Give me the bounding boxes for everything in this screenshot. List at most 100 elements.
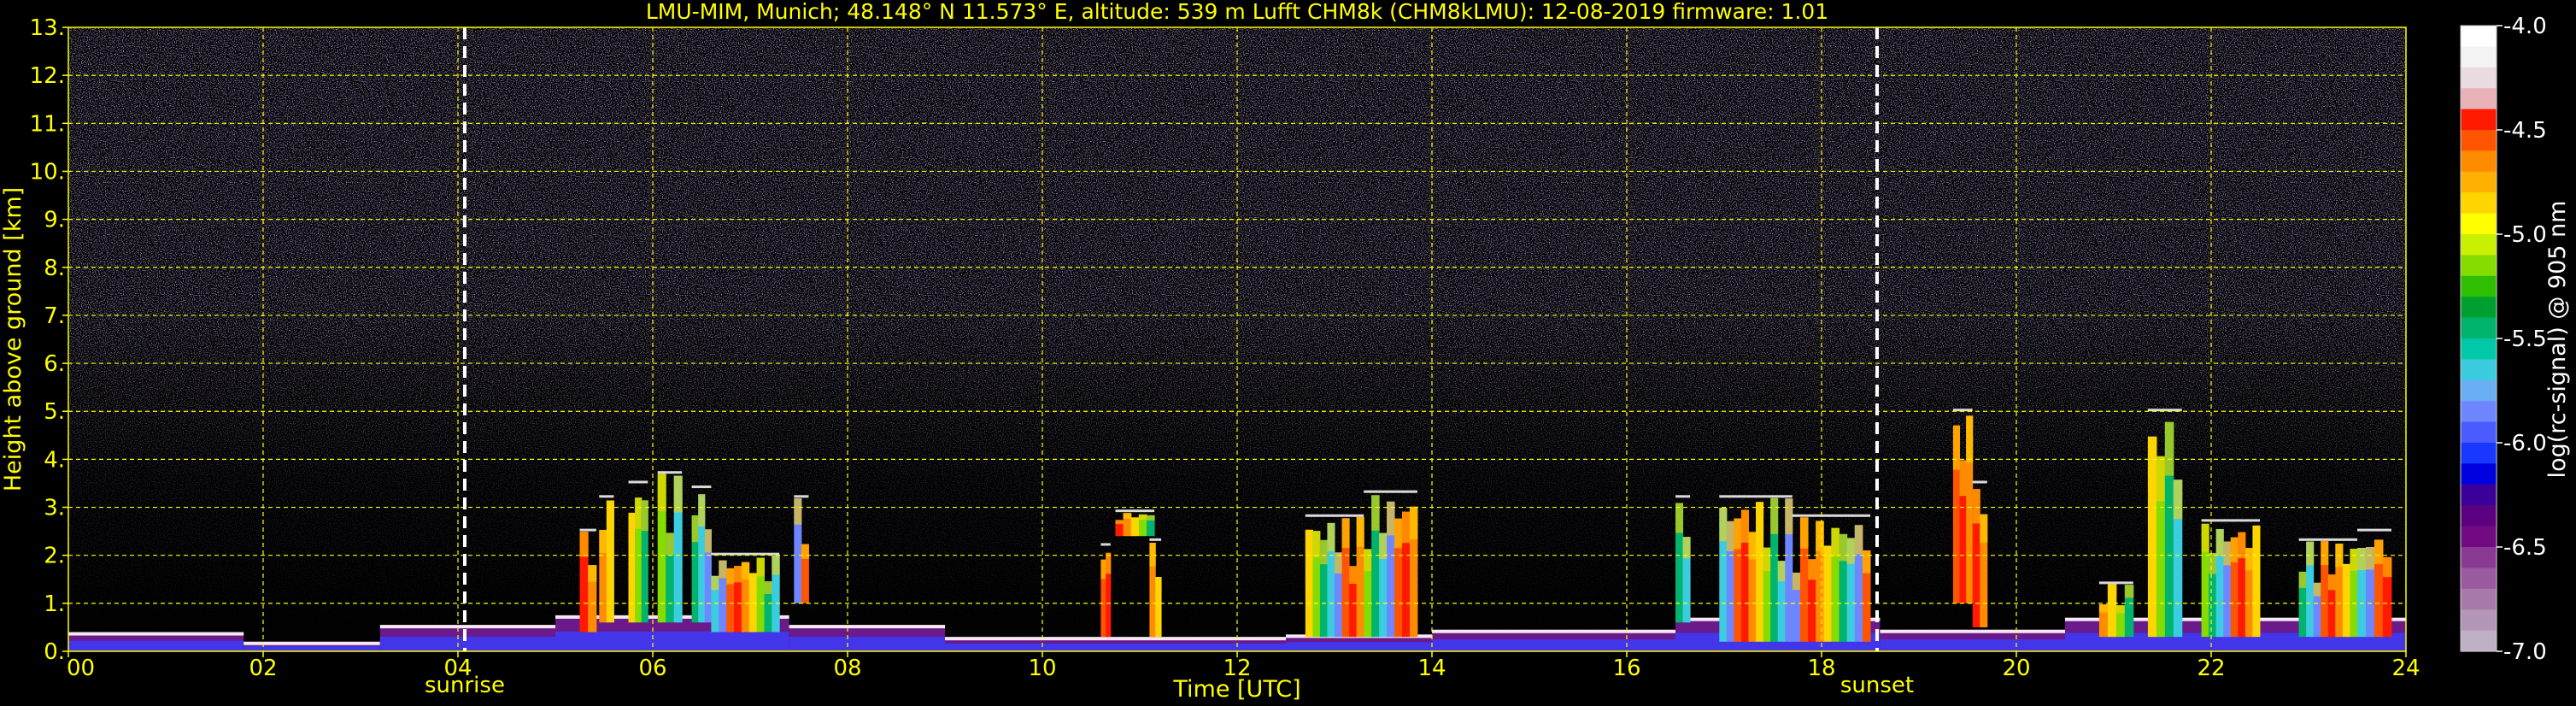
cloud-top-edge [1115, 509, 1155, 513]
cloud-column-top [2382, 556, 2392, 578]
cloud-column-top [2244, 548, 2253, 571]
x-tick-label: 20 [2002, 656, 2030, 681]
cloud-column-top [1115, 520, 1124, 525]
aerosol-layer [379, 637, 555, 651]
cloud-column-top [2298, 571, 2307, 588]
cloud-column-top [1808, 559, 1816, 580]
cloud-top-edge [628, 480, 648, 484]
y-tick-label: 4. [44, 447, 65, 473]
x-tick-label: 24 [2391, 656, 2420, 681]
y-tick-label: 9. [44, 208, 65, 233]
cloud-column-top [1371, 495, 1380, 531]
cloud-column-top [1763, 547, 1771, 572]
y-tick-label: 3. [44, 496, 65, 521]
colorbar-swatch [2461, 568, 2497, 590]
aerosol-layer [789, 637, 945, 651]
cloud-column-top [741, 562, 750, 580]
cloud-column-top [1409, 506, 1418, 539]
cloud-column-top [2115, 605, 2126, 614]
cloud-column-top [711, 575, 719, 591]
x-tick-label: 10 [1028, 656, 1056, 681]
y-tick-label: 6. [44, 351, 65, 377]
cloud-column-top [2156, 456, 2166, 502]
cloud-column-top [2147, 436, 2157, 487]
colorbar-swatch [2461, 275, 2497, 297]
cloud-column-top [1952, 425, 1960, 470]
x-tick-label: 18 [1807, 656, 1835, 681]
x-tick-label: 22 [2197, 656, 2225, 681]
cloud-top-edge [1792, 514, 1870, 517]
cloud-column-top [1959, 460, 1967, 497]
y-tick-label: 7. [44, 303, 65, 329]
colorbar-swatch [2461, 192, 2497, 215]
aerosol-layer-top [68, 632, 244, 636]
colorbar-swatch [2461, 67, 2497, 89]
colorbar-tick-label: -6.5 [2503, 535, 2547, 561]
cloud-column-top [1777, 561, 1786, 581]
cloud-column-top [635, 497, 643, 529]
colorbar-swatch [2461, 213, 2497, 235]
cloud-top-edge [794, 495, 809, 498]
x-axis-label: Time [UTC] [1172, 676, 1300, 703]
cloud-column-top [2201, 523, 2209, 552]
y-tick-label: 13. [30, 15, 65, 41]
cloud-column-top [1972, 489, 1980, 524]
cloud-column-top [1770, 497, 1779, 534]
cloud-column-top [628, 512, 636, 541]
cloud-column-top [726, 568, 735, 585]
colorbar-swatch [2461, 234, 2497, 256]
colorbar-swatch [2461, 547, 2497, 568]
cloud-column-top [2374, 539, 2384, 564]
colorbar-tick-label: -4.0 [2503, 14, 2547, 39]
plot-area [67, 26, 2407, 652]
x-tick-label: 00 [67, 656, 95, 681]
y-tick-label: 5. [44, 399, 65, 425]
colorbar-swatch [2461, 463, 2497, 485]
y-tick-label: 10. [30, 159, 65, 185]
colorbar-swatch [2461, 401, 2497, 423]
colorbar-swatch [2461, 609, 2497, 632]
cloud-column-top [2321, 541, 2329, 566]
cloud-column-top [641, 500, 648, 532]
y-tick-label: 12. [30, 63, 65, 89]
cloud-column-top [756, 557, 765, 577]
cloud-column-top [1799, 517, 1809, 549]
colorbar-tick-label: -5.0 [2503, 222, 2547, 248]
cloud-column-top [2230, 537, 2239, 562]
cloud-column-top [1816, 521, 1824, 551]
colorbar-swatch [2461, 255, 2497, 277]
cloud-column-top [1785, 498, 1793, 535]
cloud-column-top [772, 555, 780, 575]
colorbar-label: log(rc-signal) @ 905 nm [2544, 201, 2571, 479]
colorbar-tick-label: -4.5 [2503, 118, 2547, 144]
y-tick-label: 0. [44, 639, 65, 665]
x-tick-label: 08 [833, 656, 861, 681]
cloud-column-top [2252, 525, 2261, 554]
cloud-column-top [2313, 582, 2321, 597]
cloud-column-top [1349, 566, 1358, 584]
cloud-column-top [794, 497, 802, 525]
cloud-column-top [734, 566, 742, 583]
cloud-top-edge [1305, 514, 1364, 517]
colorbar-swatch [2461, 297, 2497, 319]
cloud-column-top [1854, 525, 1863, 555]
colorbar-swatch [2461, 443, 2497, 464]
cloud-column-top [1719, 508, 1728, 542]
aerosol-layer-top [1880, 629, 2065, 633]
cloud-top-edge [1972, 480, 1987, 484]
colorbar-swatch [2461, 130, 2497, 151]
cloud-column-top [599, 529, 607, 554]
cloud-column-top [1155, 577, 1162, 592]
colorbar-swatch [2461, 46, 2497, 68]
y-tick-label: 8. [44, 256, 65, 281]
cloud-column-top [1138, 514, 1147, 521]
cloud-column-top [2173, 479, 2183, 520]
cloud-column-top [1839, 533, 1848, 562]
aerosol-layer [555, 631, 789, 651]
cloud-column-top [2365, 547, 2375, 570]
cloud-column-top [1130, 517, 1140, 522]
colorbar-tick-label: -7.0 [2503, 639, 2547, 665]
cloud-column-top [1387, 501, 1395, 536]
cloud-column-top [1831, 527, 1840, 556]
aerosol-layer [1880, 639, 2065, 651]
